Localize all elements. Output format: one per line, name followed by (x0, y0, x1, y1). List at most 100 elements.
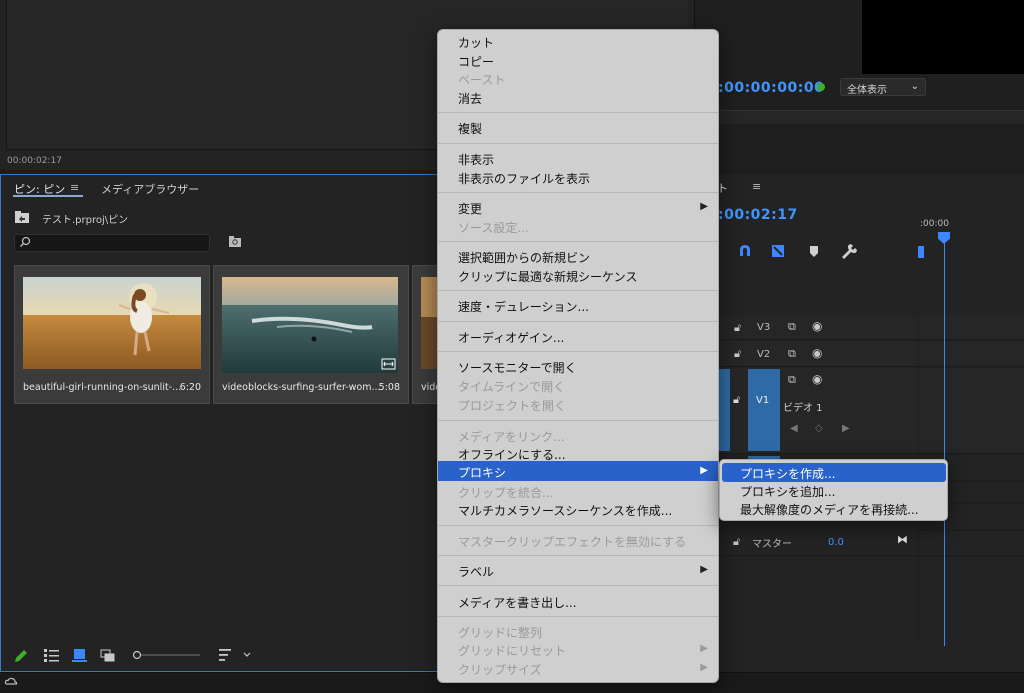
icon-view-icon[interactable] (72, 649, 87, 662)
freeform-view-icon[interactable] (100, 649, 115, 662)
submenu-arrow-icon: ▶ (700, 564, 708, 575)
chevron-down-icon: ⌄ (910, 81, 919, 92)
eye-icon[interactable]: ◉ (812, 372, 822, 386)
snap-icon[interactable] (740, 245, 750, 256)
zoom-value: 全体表示 (847, 85, 887, 96)
menu-item-proxy[interactable]: プロキシ (458, 464, 506, 481)
bin-path: テスト.prproj\ピン (42, 215, 129, 226)
submenu-arrow-icon: ▶ (700, 465, 708, 476)
menu-separator (438, 321, 718, 322)
lock-icon[interactable]: 🔓︎ (733, 393, 740, 407)
add-keyframe-icon[interactable]: ◇ (815, 423, 823, 434)
menu-item-show-hidden[interactable]: 非表示のファイルを表示 (458, 170, 590, 187)
bin-toolbar (15, 649, 251, 662)
eye-icon[interactable]: ◉ (812, 319, 822, 333)
track-label: マスター (752, 539, 792, 550)
menu-item-create-multicam[interactable]: マルチカメラソースシーケンスを作成... (458, 502, 672, 519)
menu-item-make-offline[interactable]: オフラインにする... (458, 446, 566, 463)
active-tab-indicator (13, 195, 83, 197)
program-timecode[interactable]: :00:00:00:00 (718, 80, 824, 96)
panel-menu-icon[interactable]: ≡ (752, 180, 761, 193)
go-to-in-out-icon[interactable]: ⧓ (897, 533, 908, 546)
clip-duration: 5:08 (378, 382, 400, 393)
lock-icon[interactable]: 🔓︎ (734, 321, 741, 335)
sync-lock-icon[interactable]: ⧉ (788, 373, 796, 387)
search-input[interactable] (14, 234, 210, 252)
sort-icon[interactable] (219, 649, 251, 661)
eye-icon[interactable]: ◉ (812, 346, 822, 360)
menu-item-create-proxies[interactable]: プロキシを作成... (740, 465, 835, 482)
menu-item-modify[interactable]: 変更 (458, 200, 482, 217)
sync-lock-icon[interactable]: ⧉ (788, 320, 796, 334)
clip-thumbnail[interactable]: vide (412, 265, 441, 404)
clip-name: videoblocks-surfing-surfer-wom... (222, 382, 381, 393)
menu-item-new-sequence-from-clip[interactable]: クリップに最適な新規シーケンス (458, 268, 637, 285)
parent-folder-icon[interactable] (14, 210, 30, 224)
source-patch-v1[interactable] (718, 369, 730, 451)
prev-keyframe-icon[interactable]: ◀ (790, 423, 798, 434)
in-point-marker[interactable] (918, 246, 924, 258)
menu-item-copy[interactable]: コピー (458, 53, 494, 70)
menu-separator (438, 241, 718, 242)
menu-item-cut[interactable]: カット (458, 34, 494, 51)
timeline-timecode[interactable]: :00:02:17 (718, 207, 798, 223)
menu-item-new-bin-from-selection[interactable]: 選択範囲からの新規ビン (458, 249, 590, 266)
master-volume[interactable]: 0.0 (828, 537, 844, 548)
pencil-icon[interactable] (15, 650, 27, 662)
menu-item-merge-clips: クリップを統合... (458, 486, 554, 500)
menu-item-clear[interactable]: 消去 (458, 90, 482, 107)
proxy-submenu: プロキシを作成... プロキシを追加... 最大解像度のメディアを再接続... (719, 459, 948, 521)
menu-item-reconnect-full-res[interactable]: 最大解像度のメディアを再接続... (740, 501, 919, 518)
track-label: V3 (757, 322, 771, 333)
submenu-arrow-icon: ▶ (700, 643, 708, 654)
sync-lock-icon[interactable]: ⧉ (788, 347, 796, 361)
clip-thumbnail[interactable]: videoblocks-surfing-surfer-wom... 5:08 (213, 265, 409, 404)
menu-item-hide[interactable]: 非表示 (458, 151, 494, 168)
program-viewer (862, 0, 1024, 74)
new-search-bin-icon[interactable] (228, 236, 242, 248)
menu-item-align-to-grid: グリッドに整列 (458, 626, 543, 640)
clip-preview-image (222, 277, 398, 373)
menu-separator (438, 192, 718, 193)
panel-menu-icon[interactable]: ≡ (70, 181, 79, 194)
zoom-slider[interactable] (132, 650, 201, 660)
context-menu: カット コピー ペースト 消去 複製 非表示 非表示のファイルを表示 変更 ▶ … (437, 29, 719, 683)
clip-thumbnail[interactable]: beautiful-girl-running-on-sunlit-... 6:2… (14, 265, 210, 404)
submenu-arrow-icon: ▶ (700, 201, 708, 212)
list-view-icon[interactable] (44, 649, 59, 662)
menu-item-label[interactable]: ラベル (458, 563, 494, 580)
menu-item-disable-masterclip-effects: マスタークリップエフェクトを無効にする (458, 535, 687, 549)
menu-item-open-project: プロジェクトを開く (458, 399, 567, 413)
menu-item-export-media[interactable]: メディアを書き出し... (458, 594, 577, 611)
source-timecode[interactable]: 00:00:02:17 (7, 156, 62, 166)
menu-item-attach-proxies[interactable]: プロキシを追加... (740, 483, 835, 500)
creative-cloud-icon[interactable] (4, 675, 18, 689)
menu-separator (438, 585, 718, 586)
clip-preview-image (23, 277, 201, 369)
lock-icon[interactable]: 🔓︎ (733, 535, 740, 549)
zoom-dropdown[interactable]: 全体表示 ⌄ (840, 78, 926, 96)
menu-separator (438, 290, 718, 291)
menu-item-link-media: メディアをリンク... (458, 430, 565, 444)
menu-item-audio-gain[interactable]: オーディオゲイン... (458, 329, 564, 346)
tab-media-browser[interactable]: メディアブラウザー (101, 181, 199, 197)
ruler-label: :00:00 (920, 219, 949, 229)
linked-selection-icon[interactable] (772, 245, 784, 257)
program-scrubber[interactable] (695, 110, 1024, 124)
playhead-line[interactable] (944, 234, 945, 646)
wrench-icon[interactable] (842, 244, 857, 259)
menu-separator (438, 420, 718, 421)
track-target-v1[interactable] (748, 369, 780, 451)
next-keyframe-icon[interactable]: ▶ (842, 423, 850, 434)
lock-icon[interactable]: 🔓︎ (734, 347, 741, 361)
search-icon (20, 236, 31, 247)
menu-item-paste: ペースト (458, 73, 506, 87)
menu-item-speed-duration[interactable]: 速度・デュレーション... (458, 298, 589, 315)
track-name: ビデオ 1 (783, 403, 823, 414)
add-marker-icon[interactable] (810, 246, 818, 257)
menu-item-open-in-source-monitor[interactable]: ソースモニターで開く (458, 359, 577, 376)
menu-separator (438, 616, 718, 617)
status-dot-icon (817, 83, 825, 91)
menu-separator (438, 143, 718, 144)
menu-item-duplicate[interactable]: 複製 (458, 120, 482, 137)
